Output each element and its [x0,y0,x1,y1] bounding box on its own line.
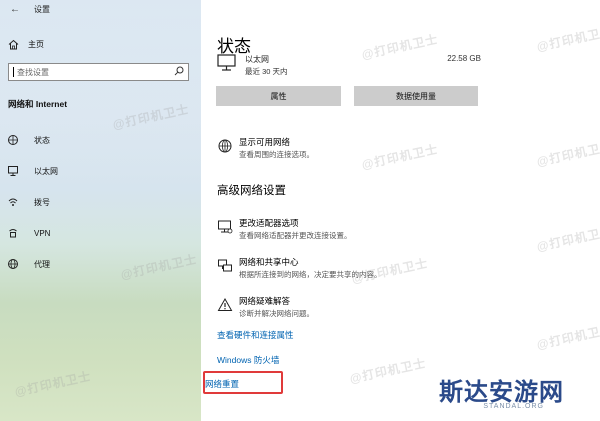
globe-icon [6,258,20,270]
item-title: 网络疑难解答 [239,296,291,306]
sidebar-item-label: 以太网 [34,166,58,176]
item-desc: 查看周围的连接选项。 [239,150,314,159]
ethernet-period: 最近 30 天内 [245,67,288,76]
watermark: @打印机卫士 [119,252,199,282]
item-title: 更改适配器选项 [239,218,299,228]
watermark: @打印机卫士 [535,224,600,254]
window-title-bar: ← 设置 [10,4,50,15]
home-icon [6,38,20,50]
firewall-link[interactable]: Windows 防火墙 [217,354,279,366]
watermark: @打印机卫士 [535,322,600,352]
sidebar: ← 设置 主页 查找设置 网络和 Internet 状态 以太网 拨号 VPN … [0,0,201,421]
watermark: @打印机卫士 [360,142,440,172]
warning-icon [217,297,233,313]
item-desc: 查看网络适配器并更改连接设置。 [239,231,352,240]
ethernet-icon [6,165,20,177]
site-logo: 斯达安游网 [439,380,564,406]
network-status-icon [217,138,233,154]
adapter-icon [217,219,233,235]
site-logo-url: STANDAL.ORG [483,403,544,410]
sidebar-item-ethernet[interactable]: 以太网 [6,165,58,177]
sharing-center-icon [217,258,233,274]
watermark: @打印机卫士 [348,356,428,386]
search-input[interactable]: 查找设置 [8,63,189,81]
watermark: @打印机卫士 [535,139,600,169]
sidebar-item-label: 代理 [34,259,50,269]
search-icon[interactable] [174,66,184,78]
data-usage-button[interactable]: 数据使用量 [354,86,478,106]
sidebar-item-proxy[interactable]: 代理 [6,258,50,270]
window-title: 设置 [34,5,50,14]
item-title: 网络和共享中心 [239,257,299,267]
highlight-box [203,371,283,394]
ethernet-name: 以太网 [245,55,269,64]
ethernet-usage-row: 以太网 最近 30 天内 22.58 GB [217,54,481,80]
sidebar-item-vpn[interactable]: VPN [6,227,50,239]
sidebar-item-label: 拨号 [34,197,50,207]
section-title: 网络和 Internet [8,99,68,109]
computer-icon [217,54,237,74]
search-placeholder: 查找设置 [17,67,49,77]
item-desc: 诊断并解决网络问题。 [239,309,314,318]
properties-button[interactable]: 属性 [216,86,341,106]
dialup-icon [6,196,20,208]
sidebar-item-home[interactable]: 主页 [6,38,44,50]
main-panel: 状态 以太网 最近 30 天内 22.58 GB 属性 数据使用量 显示可用网络… [201,0,600,421]
sidebar-item-label: 主页 [28,39,44,49]
hardware-properties-link[interactable]: 查看硬件和连接属性 [217,329,294,341]
sidebar-item-label: VPN [34,228,51,238]
watermark: @打印机卫士 [13,369,93,399]
back-arrow-icon[interactable]: ← [10,4,24,15]
item-title: 显示可用网络 [239,137,291,147]
sidebar-item-status[interactable]: 状态 [6,134,50,146]
advanced-heading: 高级网络设置 [217,185,286,197]
watermark: @打印机卫士 [350,256,430,286]
vpn-icon [6,227,20,239]
ethernet-data-size: 22.58 GB [447,54,481,63]
sidebar-item-dialup[interactable]: 拨号 [6,196,50,208]
status-icon [6,134,20,146]
watermark: @打印机卫士 [535,24,600,54]
sidebar-item-label: 状态 [34,135,50,145]
